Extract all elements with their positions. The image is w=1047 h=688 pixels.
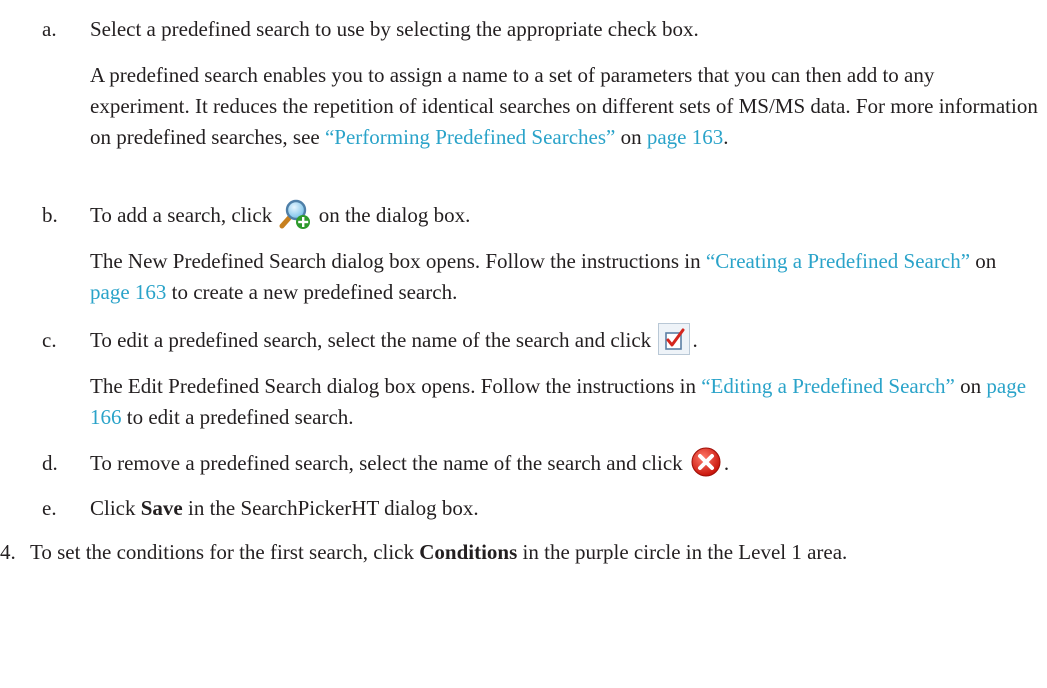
- link-page-163[interactable]: page 163: [647, 125, 723, 149]
- step-marker: d.: [42, 451, 58, 475]
- step-marker: 4.: [0, 540, 16, 564]
- link-editing-predefined-search[interactable]: “Editing a Predefined Search”: [701, 374, 955, 398]
- step-marker: a.: [42, 17, 57, 41]
- link-creating-predefined-search[interactable]: “Creating a Predefined Search”: [706, 249, 970, 273]
- step-b-paragraph: The New Predefined Search dialog box ope…: [90, 249, 997, 304]
- step-text: To edit a predefined search, select the …: [90, 323, 1039, 356]
- step-text: Select a predefined search to use by sel…: [90, 17, 699, 41]
- step-marker: b.: [42, 203, 58, 227]
- step-a-paragraph: A predefined search enables you to assig…: [90, 63, 1038, 149]
- magnifier-add-icon: [279, 198, 311, 230]
- link-performing-predefined-searches[interactable]: “Performing Predefined Searches”: [325, 125, 615, 149]
- edit-checkbox-icon: [658, 323, 691, 356]
- delete-red-x-icon: [690, 446, 722, 478]
- step-marker: c.: [42, 328, 57, 352]
- step-marker: e.: [42, 496, 57, 520]
- conditions-label: Conditions: [419, 540, 518, 564]
- step-c-paragraph: The Edit Predefined Search dialog box op…: [90, 374, 1027, 429]
- step-text: Click Save in the SearchPickerHT dialog …: [90, 496, 479, 520]
- step-text: To set the conditions for the first sear…: [30, 540, 848, 564]
- step-text: To add a search, click on the dialog box…: [90, 198, 1039, 231]
- document-page: a. Select a predefined search to use by …: [0, 0, 1047, 688]
- link-page-163[interactable]: page 163: [90, 280, 166, 304]
- save-label: Save: [140, 496, 183, 520]
- step-text: To remove a predefined search, select th…: [90, 446, 1039, 479]
